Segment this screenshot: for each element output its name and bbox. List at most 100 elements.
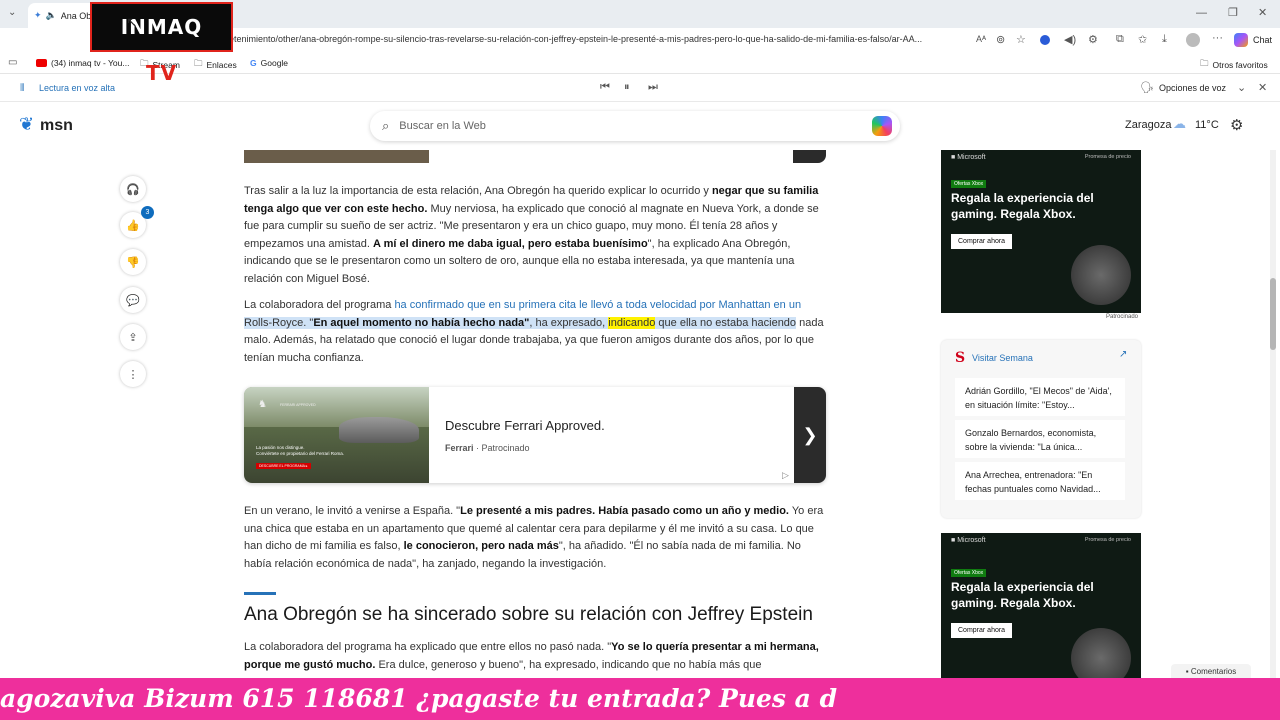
comment-button[interactable]: 💬 <box>120 287 146 313</box>
speaker-icon[interactable]: ◀) <box>1064 33 1076 46</box>
weather-city[interactable]: Zaragoza <box>1125 119 1171 131</box>
voice-options-button[interactable]: Opciones de voz <box>1159 83 1226 93</box>
adchoices-icon[interactable]: ▷ <box>782 470 789 481</box>
ad-offer-badge: Ofertas Xbox <box>951 180 987 188</box>
xbox-console-image <box>1071 245 1131 305</box>
window-close-icon[interactable]: ✕ <box>1258 6 1267 19</box>
semana-card: S Visitar Semana ↗ Adrián Gordillo, "El … <box>941 340 1141 518</box>
ad-promo: Promesa de precio <box>1084 154 1131 160</box>
weather-temp[interactable]: 11°C <box>1195 119 1219 131</box>
ferrari-ad-card[interactable]: ♞ FERRARI APPROVED La pasión nos disting… <box>244 387 826 483</box>
share-icon: ⇪ <box>128 331 138 344</box>
copilot-icon[interactable] <box>872 116 892 136</box>
text-run: En un verano, le invitó a venirse a Espa… <box>244 505 461 517</box>
text-run: La colaboradora del programa <box>244 299 395 311</box>
cloud-icon: ☁ <box>1173 116 1186 131</box>
settings-gear-icon[interactable]: ⚙ <box>1230 116 1243 134</box>
tab-list-chevron-icon[interactable]: ⌄ <box>8 7 16 18</box>
text-run: La colaboradora del programa ha explicad… <box>244 641 612 653</box>
xbox-ad-1[interactable]: ■ Microsoft Promesa de precio Ofertas Xb… <box>941 150 1141 313</box>
fav-item-google[interactable]: G Google <box>250 58 288 68</box>
extension-icon[interactable] <box>1040 35 1050 45</box>
msn-logo[interactable]: msn <box>40 117 73 135</box>
comment-icon: 💬 <box>126 294 140 307</box>
article-paragraph-2: La colaboradora del programa ha confirma… <box>244 297 826 367</box>
chat-button[interactable]: Chat <box>1253 35 1272 45</box>
ad-headline: Regala la experiencia del gaming. Regala… <box>951 580 1094 610</box>
external-link-icon[interactable]: ↗ <box>1119 349 1127 360</box>
text-run: le conocieron, pero nada más <box>403 540 559 552</box>
share-button[interactable]: ⇪ <box>120 324 146 350</box>
downloads-icon[interactable]: ⤓ <box>1162 33 1167 46</box>
profile-avatar[interactable] <box>1186 33 1200 47</box>
minimize-icon[interactable]: — <box>1196 7 1207 19</box>
search-input[interactable]: Buscar en la Web <box>399 120 862 132</box>
scrollbar-thumb[interactable] <box>1270 278 1276 350</box>
text-run: Era dulce, generoso y bueno", ha expresa… <box>375 658 762 671</box>
ad-offer-badge: Ofertas Xbox <box>951 569 987 577</box>
buy-now-button[interactable]: Comprar ahora <box>951 234 1013 249</box>
headphones-icon: 🎧 <box>126 183 140 196</box>
puzzle-extensions-icon[interactable]: ⚙ <box>1088 33 1098 46</box>
ad-sponsored: Patrocinado <box>481 443 530 453</box>
semana-item[interactable]: Ana Arrechea, entrenadora: "En fechas pu… <box>955 462 1125 500</box>
read-aloud-icon[interactable]: Aᴬ <box>976 34 986 44</box>
news-ticker: agozaviva Bizum 615 118681 ¿pagaste tu e… <box>0 678 1280 720</box>
pause-icon[interactable]: ⏸ <box>624 81 630 94</box>
semana-item[interactable]: Adrián Gordillo, "El Mecos" de 'Aida', e… <box>955 378 1125 416</box>
msn-butterfly-icon: ✦ <box>34 10 42 20</box>
next-icon[interactable]: ⏭ <box>648 81 658 94</box>
text-run: , ha expresado, <box>529 316 609 329</box>
previous-ad-image <box>244 150 429 163</box>
ad-next-button[interactable]: ❯ <box>794 387 826 483</box>
youtube-icon <box>36 59 47 67</box>
previous-icon[interactable]: ⏮ <box>600 81 610 94</box>
favorite-star-icon[interactable]: ☆ <box>1016 33 1026 46</box>
msn-butterfly-icon: ❦ <box>19 114 35 134</box>
xbox-ad-2[interactable]: ■ Microsoft Promesa de precio Ofertas Xb… <box>941 533 1141 678</box>
sponsored-label: Patrocinado <box>1106 314 1139 320</box>
buy-now-button[interactable]: Comprar ahora <box>951 623 1013 638</box>
split-screen-icon[interactable]: ⧉ <box>1116 33 1124 46</box>
immersive-reader-icon[interactable]: ⊚ <box>996 33 1005 46</box>
close-icon[interactable]: ✕ <box>1258 81 1267 94</box>
semana-link[interactable]: Visitar Semana <box>972 353 1033 363</box>
article-link[interactable]: ha confirmado que en su primera cita le … <box>394 299 801 311</box>
dislike-button[interactable]: 👎 <box>120 249 146 275</box>
text-run: Tras salir a la luz la importancia de es… <box>244 185 712 197</box>
article-paragraph-1: Tras salir a la luz la importancia de es… <box>244 183 826 288</box>
ad-promo: Promesa de precio <box>1084 537 1131 543</box>
ad-image-brand: FERRARI APPROVED <box>280 403 316 407</box>
comments-label: Comentarios <box>1190 667 1237 676</box>
maximize-icon[interactable]: ❐ <box>1228 6 1238 19</box>
article-paragraph-4: La colaboradora del programa ha explicad… <box>244 639 826 678</box>
ad-brand: Ferrari <box>445 443 474 453</box>
page-scrollbar[interactable] <box>1270 150 1276 678</box>
other-favorites[interactable]: 🗀 Otros favoritos <box>1200 58 1268 72</box>
ferrari-ad-image: ♞ FERRARI APPROVED La pasión nos disting… <box>244 387 429 483</box>
search-icon: ⌕ <box>382 118 390 133</box>
ad-headline: Regala la experiencia del gaming. Regala… <box>951 191 1094 221</box>
speaker-icon: 🔈 <box>45 10 57 20</box>
copilot-icon[interactable] <box>1234 33 1248 47</box>
google-icon: G <box>250 58 257 68</box>
listen-headphones-button[interactable]: 🎧 <box>120 176 146 202</box>
favorites-icon[interactable]: ✩ <box>1138 33 1147 46</box>
more-options-button[interactable]: ⋮ <box>120 361 146 387</box>
semana-item[interactable]: Gonzalo Bernardos, economista, sobre la … <box>955 420 1125 458</box>
ticker-text: agozaviva Bizum 615 118681 ¿pagaste tu e… <box>0 684 838 713</box>
article-paragraph-3: En un verano, le invitó a venirse a Espa… <box>244 503 826 573</box>
more-menu-icon[interactable]: ··· <box>1212 32 1223 44</box>
text-run: En aquel momento no había hecho nada" <box>313 316 530 329</box>
url-text[interactable]: msn.com/es-es/entretenimiento/other/ana-… <box>150 34 970 44</box>
reading-list-icon[interactable]: ▭ <box>8 57 17 68</box>
comments-button[interactable]: ▪ Comentarios <box>1171 664 1251 678</box>
microsoft-logo: ■ Microsoft <box>951 154 986 161</box>
ad-title[interactable]: Descubre Ferrari Approved. <box>445 418 605 433</box>
ad-image-text-2: Conviértete en propietario del Ferrari R… <box>256 451 345 456</box>
search-box[interactable]: ⌕ Buscar en la Web <box>370 111 900 141</box>
previous-ad-arrow[interactable] <box>793 150 826 163</box>
chevron-down-icon[interactable]: ⌄ <box>1237 81 1246 94</box>
text-run: Rolls-Royce. " <box>244 316 314 329</box>
folder-icon: 🗀 <box>1200 58 1209 68</box>
